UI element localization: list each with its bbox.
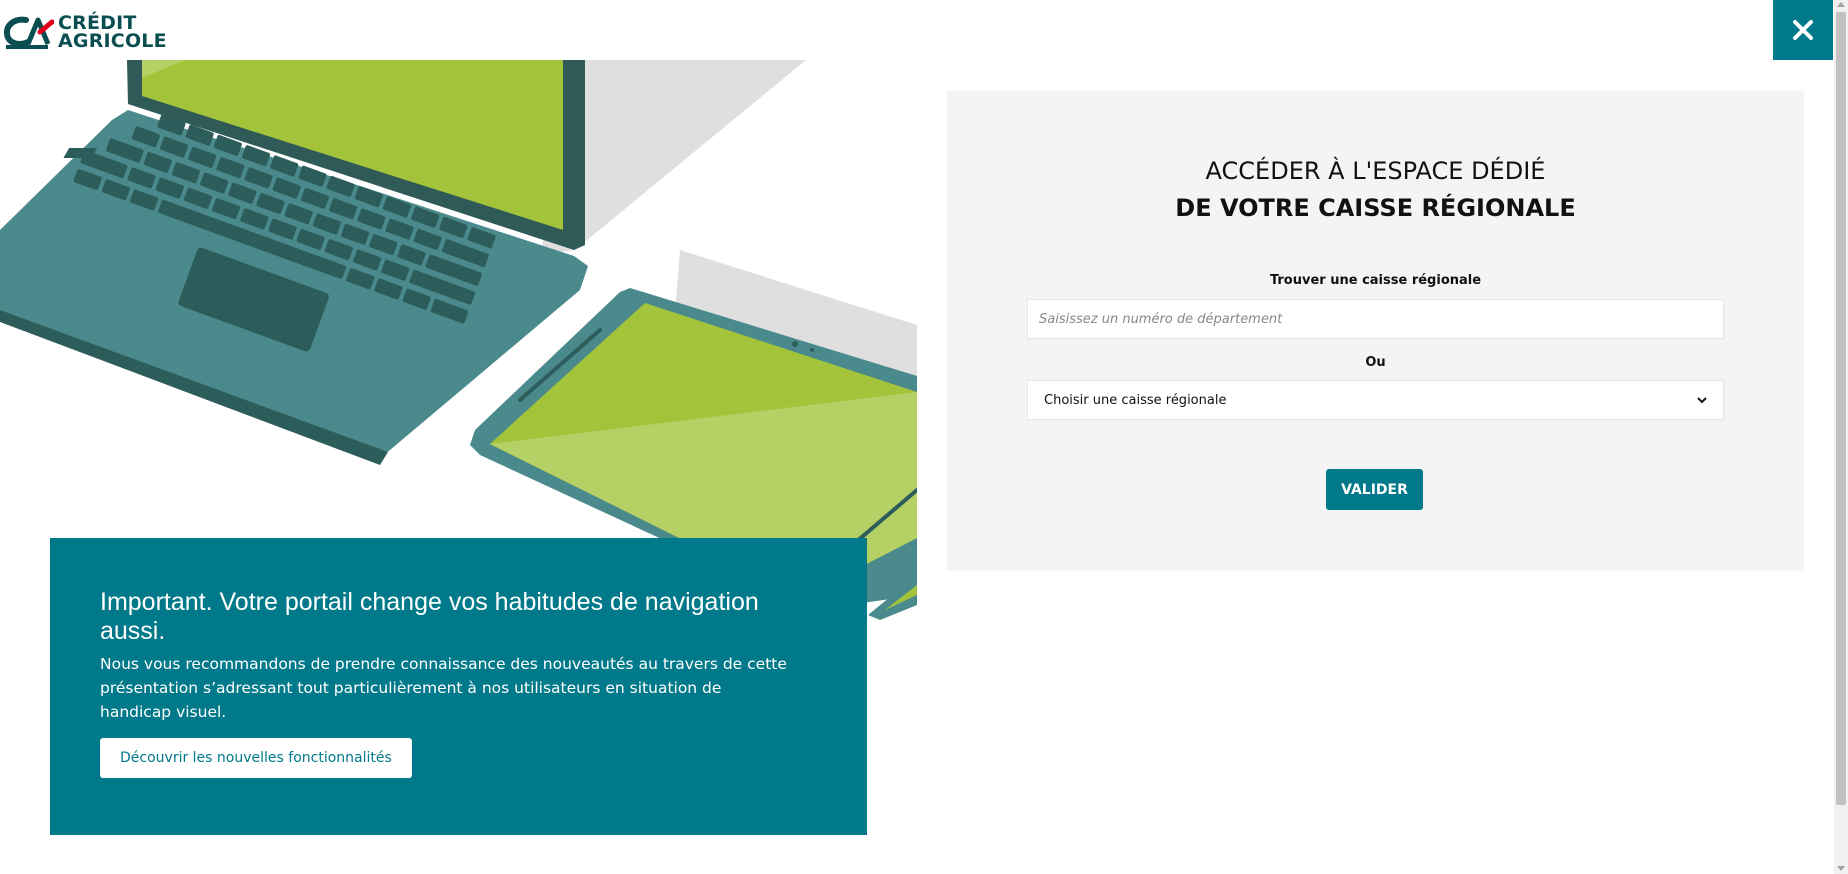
scroll-up-arrow-icon[interactable]: [1837, 2, 1845, 7]
logo-text: CRÉDIT AGRICOLE: [58, 14, 167, 52]
regional-bank-select[interactable]: Choisir une caisse régionale: [1027, 380, 1724, 420]
page-scrollbar[interactable]: [1834, 0, 1848, 874]
info-text: Nous vous recommandons de prendre connai…: [100, 655, 787, 721]
credit-agricole-logo[interactable]: CRÉDIT AGRICOLE: [4, 14, 167, 52]
regional-bank-panel: ACCÉDER À L'ESPACE DÉDIÉ DE VOTRE CAISSE…: [947, 91, 1804, 571]
discover-features-button[interactable]: Découvrir les nouvelles fonctionnalités: [100, 738, 412, 778]
panel-heading-line1: ACCÉDER À L'ESPACE DÉDIÉ: [1205, 157, 1546, 185]
find-bank-label: Trouver une caisse régionale: [1269, 273, 1482, 288]
chevron-down-icon: [1697, 396, 1707, 403]
department-number-input[interactable]: [1027, 299, 1724, 339]
ca-logo-icon: [4, 16, 54, 49]
scrollbar-thumb[interactable]: [1836, 12, 1846, 805]
validate-button[interactable]: VALIDER: [1326, 469, 1423, 510]
panel-heading: ACCÉDER À L'ESPACE DÉDIÉ DE VOTRE CAISSE…: [947, 153, 1804, 227]
regional-bank-select-value: Choisir une caisse régionale: [1044, 392, 1227, 408]
or-label: Ou: [1365, 355, 1386, 370]
panel-heading-line2: DE VOTRE CAISSE RÉGIONALE: [1175, 194, 1576, 222]
devices-illustration: [0, 60, 917, 620]
navigation-info-box: Important. Votre portail change vos habi…: [50, 538, 867, 835]
scroll-down-arrow-icon[interactable]: [1837, 866, 1845, 871]
info-title: Important. Votre portail change vos habi…: [100, 588, 759, 645]
close-button[interactable]: [1773, 0, 1833, 60]
close-icon: [1793, 20, 1813, 40]
logo-line2: AGRICOLE: [58, 30, 167, 52]
